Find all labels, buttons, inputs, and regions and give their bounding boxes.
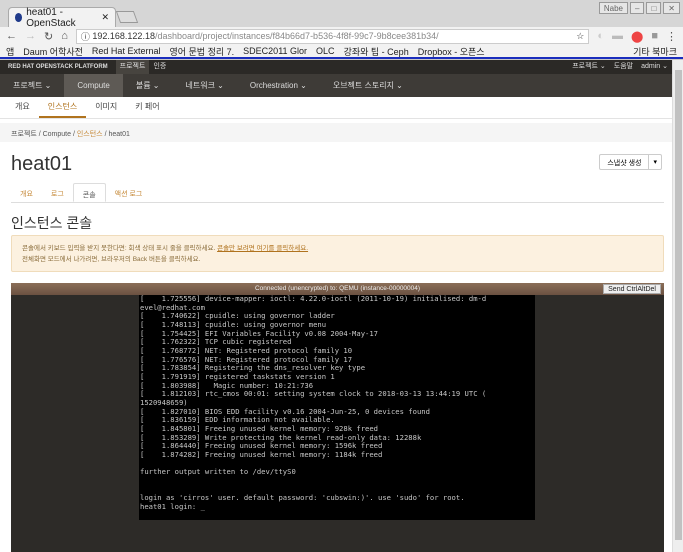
tab-log[interactable]: 로그: [42, 183, 73, 202]
url-path: /dashboard/project/instances/f84b66d7-b5…: [154, 31, 439, 41]
topbar-tab-identity[interactable]: 인증: [149, 60, 170, 74]
page-title: heat01: [11, 153, 73, 175]
snapshot-button-group: 스냅샷 생성 ▾: [599, 154, 662, 170]
extension-icon[interactable]: ▬: [612, 30, 623, 42]
alert-text: 전체화면 모드에서 나가려면, 브라우저의 Back 버튼을 클릭하세요.: [22, 256, 201, 263]
extension-icon[interactable]: ■: [651, 30, 658, 42]
breadcrumb: 프로젝트 / Compute / 인스턴스 / heat01: [0, 123, 672, 142]
close-tab-icon[interactable]: ✕: [101, 12, 109, 23]
forward-icon[interactable]: →: [25, 30, 36, 42]
bookmark[interactable]: 강좌와 팁 - Ceph: [344, 45, 409, 58]
tab-action-log[interactable]: 액션 로그: [106, 183, 152, 202]
bookmark[interactable]: Red Hat External: [92, 46, 161, 56]
new-tab-button[interactable]: [115, 11, 139, 23]
vnc-console[interactable]: Connected (unencrypted) to: QEMU (instan…: [11, 283, 664, 552]
help-link[interactable]: 도움말: [610, 60, 637, 74]
console-status-bar[interactable]: Connected (unencrypted) to: QEMU (instan…: [11, 283, 664, 295]
topbar-tab-project[interactable]: 프로젝트: [115, 60, 150, 74]
page-scrollbar[interactable]: [672, 60, 683, 552]
project-dropdown[interactable]: 프로젝트 ⌄: [568, 60, 610, 74]
crumb-current: heat01: [108, 131, 130, 138]
scrollbar-thumb[interactable]: [675, 70, 682, 540]
subnav-instances[interactable]: 인스턴스: [38, 97, 87, 118]
menu-icon[interactable]: ⋮: [666, 30, 677, 43]
sub-nav: 개요 인스턴스 이미지 키 페어: [0, 97, 672, 119]
send-ctrl-alt-del-button[interactable]: Send CtrlAltDel: [603, 284, 661, 294]
actions-dropdown-caret-icon[interactable]: ▾: [648, 155, 661, 169]
maximize-button[interactable]: □: [646, 2, 662, 14]
nav-project[interactable]: 프로젝트 ⌄: [0, 74, 64, 97]
extension-icon[interactable]: ⬤: [631, 30, 643, 43]
section-heading: 인스턴스 콘솔: [11, 215, 93, 231]
crumb-project: 프로젝트: [11, 131, 37, 138]
brand-logo[interactable]: RED HAT OPENSTACK PLATFORM: [8, 64, 108, 70]
main-nav: 프로젝트 ⌄ Compute 볼륨 ⌄ 네트워크 ⌄ Orchestration…: [0, 74, 672, 97]
subnav-images[interactable]: 이미지: [86, 97, 126, 118]
bookmark[interactable]: 영어 문법 정리 7.: [169, 45, 234, 58]
minimize-button[interactable]: –: [630, 2, 645, 14]
create-snapshot-button[interactable]: 스냅샷 생성: [600, 155, 648, 169]
user-menu[interactable]: admin ⌄: [637, 60, 672, 74]
bookmark[interactable]: Daum 어학사전: [23, 45, 83, 58]
address-bar-row: ← → ↻ ⌂ ⓘ 192.168.122.18/dashboard/project/…: [0, 27, 683, 45]
tab-overview[interactable]: 개요: [11, 183, 42, 202]
url-host: 192.168.122.18: [92, 31, 155, 41]
window-user-label: Nabe: [598, 2, 628, 14]
browser-tab[interactable]: heat01 - OpenStack ✕: [8, 6, 116, 29]
url-input[interactable]: ⓘ 192.168.122.18/dashboard/project/insta…: [75, 28, 590, 44]
bookmark[interactable]: Dropbox - 오픈스: [418, 45, 485, 58]
subnav-overview[interactable]: 개요: [6, 97, 39, 118]
nav-volumes[interactable]: 볼륨 ⌄: [123, 74, 173, 97]
openstack-favicon-icon: [15, 13, 23, 22]
subnav-keypairs[interactable]: 키 페어: [126, 97, 168, 118]
top-bar: RED HAT OPENSTACK PLATFORM 프로젝트 인증 프로젝트 …: [0, 60, 672, 74]
crumb-instances[interactable]: 인스턴스: [77, 131, 103, 138]
extension-icon[interactable]: ◐: [597, 30, 604, 42]
console-info-alert: 콘솔에서 키보드 입력을 받지 못한다면: 회색 상태 표시 줄을 클릭하세요.…: [11, 235, 664, 272]
nav-network[interactable]: 네트워크 ⌄: [173, 74, 237, 97]
console-status: Connected (unencrypted) to: QEMU (instan…: [254, 285, 421, 292]
bookmark-apps[interactable]: 앱: [6, 45, 14, 58]
instance-tabs: 개요 로그 콘솔 액션 로그: [11, 183, 664, 203]
alert-text: 콘솔에서 키보드 입력을 받지 못한다면: 회색 상태 표시 줄을 클릭하세요.: [22, 245, 218, 252]
close-window-button[interactable]: ✕: [663, 2, 680, 14]
openstack-page: RED HAT OPENSTACK PLATFORM 프로젝트 인증 프로젝트 …: [0, 60, 672, 552]
nav-object-storage[interactable]: 오브젝트 스토리지 ⌄: [320, 74, 416, 97]
reload-icon[interactable]: ↻: [44, 30, 53, 43]
tab-console[interactable]: 콘솔: [72, 183, 106, 202]
bookmark-star-icon[interactable]: ☆: [576, 31, 584, 42]
bookmarks-bar: 앱 Daum 어학사전 Red Hat External 영어 문법 정리 7.…: [0, 45, 683, 59]
home-icon[interactable]: ⌂: [61, 30, 68, 42]
terminal-screen[interactable]: [ 1.725556] device-mapper: ioctl: 4.22.0…: [139, 295, 535, 520]
nav-orchestration[interactable]: Orchestration ⌄: [237, 74, 320, 97]
back-icon[interactable]: ←: [6, 30, 17, 42]
bookmark[interactable]: SDEC2011 Glor: [243, 46, 307, 56]
nav-compute[interactable]: Compute: [64, 74, 123, 97]
bookmark[interactable]: OLC: [316, 46, 335, 56]
tab-title: heat01 - OpenStack: [26, 6, 76, 29]
crumb-compute: Compute: [42, 131, 72, 138]
console-only-link[interactable]: 콘솔만 보려면 여기를 클릭하세요.: [217, 245, 308, 252]
bookmark-other[interactable]: 기타 북마크: [633, 45, 677, 58]
browser-titlebar: heat01 - OpenStack ✕ Nabe – □ ✕: [0, 0, 683, 29]
